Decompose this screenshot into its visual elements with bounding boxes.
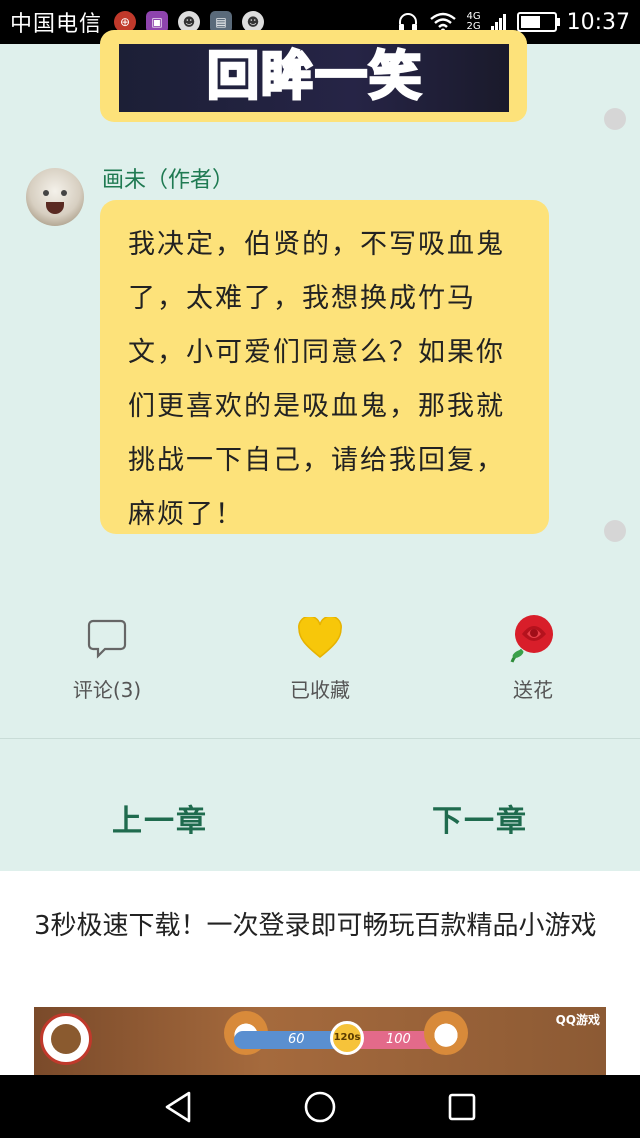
back-triangle-icon [165, 1091, 191, 1122]
timer-badge: 120s [330, 1021, 364, 1055]
ad-banner-image[interactable]: 60 120s 100 QQ游戏 [34, 1007, 606, 1075]
network-type: 4G 2G [466, 12, 480, 32]
avatar-eye [61, 190, 67, 196]
recents-button[interactable] [422, 1075, 502, 1138]
clock: 10:37 [566, 9, 630, 35]
next-chapter-button[interactable]: 下一章 [432, 796, 528, 840]
score-left: 60 [288, 1032, 305, 1047]
image-caption: 回眸一笑 [205, 46, 424, 109]
heart-icon [250, 612, 390, 664]
carrier-name: 中国电信 [10, 12, 103, 37]
action-bar: 评论(3) 已收藏 送花 [0, 612, 640, 722]
avatar-eye [43, 190, 49, 196]
flower-label: 送花 [513, 678, 553, 702]
flower-button[interactable]: 送花 [463, 612, 603, 703]
home-button[interactable] [280, 1075, 360, 1138]
dog-avatar-icon [424, 1011, 468, 1055]
previous-message-image[interactable]: 回眸一笑 [119, 44, 509, 112]
favorite-label: 已收藏 [290, 678, 350, 702]
home-circle-icon [304, 1091, 336, 1122]
rose-icon [463, 612, 603, 664]
author-name: 画未（作者） [102, 168, 235, 193]
signal-icon [490, 14, 506, 32]
favorite-button[interactable]: 已收藏 [250, 612, 390, 703]
side-indicator-dot [604, 520, 626, 542]
comment-label: 评论(3) [72, 678, 142, 702]
section-divider [0, 738, 640, 739]
avatar-mouth [46, 202, 64, 214]
author-avatar[interactable] [26, 168, 84, 226]
score-right: 100 [386, 1032, 411, 1047]
recents-square-icon [448, 1093, 476, 1120]
message-bubble: 我决定，伯贤的，不写吸血鬼了，太难了，我想换成竹马文，小可爱们同意么？如果你们更… [100, 200, 549, 534]
system-navigation-bar [0, 1075, 640, 1138]
ad-headline[interactable]: 3秒极速下载！一次登录即可畅玩百款精品小游戏 [34, 905, 614, 947]
side-indicator-dot [604, 108, 626, 130]
battery-level [520, 16, 540, 28]
speech-bubble-icon [37, 612, 177, 664]
prev-chapter-button[interactable]: 上一章 [112, 796, 208, 840]
battery-icon [516, 12, 560, 32]
ad-section[interactable]: 3秒极速下载！一次登录即可畅玩百款精品小游戏 60 120s 100 QQ游戏 [0, 871, 640, 1075]
back-button[interactable] [138, 1075, 218, 1138]
message-text: 我决定，伯贤的，不写吸血鬼了，太难了，我想换成竹马文，小可爱们同意么？如果你们更… [128, 229, 505, 530]
comment-button[interactable]: 评论(3) [37, 612, 177, 703]
bear-icon [40, 1013, 92, 1065]
ad-logo: QQ游戏 [555, 1013, 600, 1027]
